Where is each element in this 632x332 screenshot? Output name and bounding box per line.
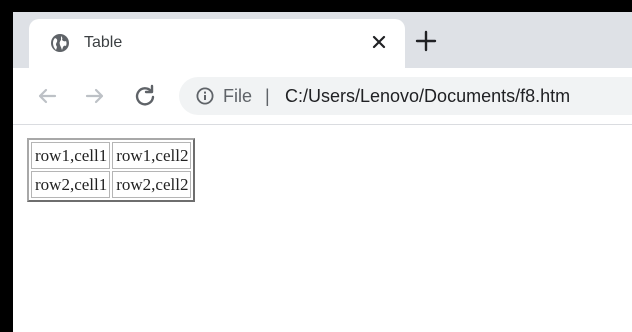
tab-title: Table (84, 34, 123, 51)
url-separator: | (265, 86, 270, 106)
url-text[interactable]: C:/Users/Lenovo/Documents/f8.htm (285, 85, 570, 107)
page-content: row1,cell1 row1,cell2 row2,cell1 row2,cell2 (13, 125, 632, 332)
forward-arrow-icon[interactable] (81, 82, 109, 110)
info-icon[interactable] (196, 87, 214, 105)
table-row: row2,cell1 row2,cell2 (31, 171, 192, 198)
table-cell: row2,cell1 (31, 171, 111, 198)
tab-table[interactable]: Table (29, 19, 405, 68)
url-scheme-label: File (223, 86, 253, 106)
reload-icon[interactable] (131, 82, 159, 110)
table-cell: row1,cell2 (112, 142, 192, 169)
close-icon[interactable] (367, 30, 391, 54)
plus-icon[interactable] (413, 28, 439, 54)
back-arrow-icon[interactable] (33, 82, 61, 110)
globe-icon (50, 33, 70, 53)
tab-strip: Table (13, 12, 632, 68)
screenshot-frame: Table File | C:/Users/Lenovo/Documents/f… (0, 0, 632, 332)
data-table: row1,cell1 row1,cell2 row2,cell1 row2,cell2 (27, 138, 196, 202)
table-row: row1,cell1 row1,cell2 (31, 142, 192, 169)
address-bar[interactable]: File | C:/Users/Lenovo/Documents/f8.htm (179, 77, 632, 115)
table-cell: row2,cell2 (112, 171, 192, 198)
browser-toolbar: File | C:/Users/Lenovo/Documents/f8.htm (13, 68, 632, 125)
table-cell: row1,cell1 (31, 142, 111, 169)
